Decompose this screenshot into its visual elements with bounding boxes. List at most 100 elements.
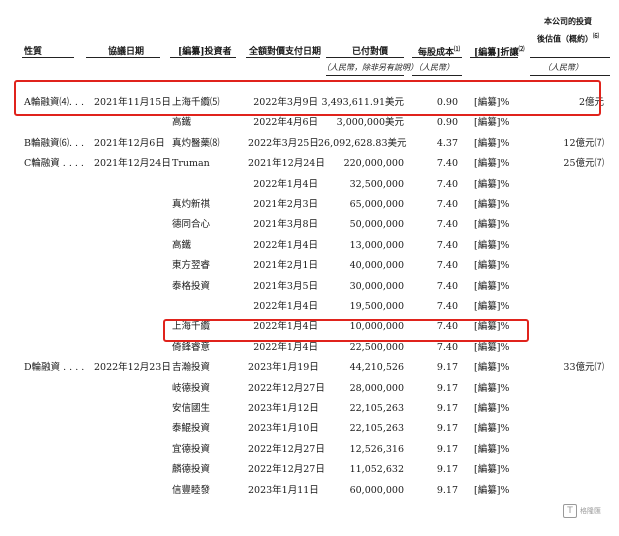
cell-cost: 7.40 bbox=[436, 260, 458, 272]
unit-valuation: （人民幣） bbox=[543, 63, 583, 72]
header-post-value-line2: 後估值（概約）⑹ bbox=[528, 31, 608, 45]
header-rule-agreement bbox=[86, 57, 160, 58]
cell-consideration: 19,500,000 bbox=[349, 301, 404, 312]
unit-rule-consideration bbox=[326, 75, 404, 76]
cell-consideration: 40,000,000 bbox=[349, 260, 404, 272]
cell-consideration: 26,092,628.83美元 bbox=[318, 137, 407, 149]
cell-consideration: 32,500,000 bbox=[349, 178, 404, 190]
cell-payment-date: 2023年1月10日 bbox=[248, 423, 319, 435]
header-rule-investor bbox=[170, 57, 236, 58]
cell-investor: 高鐵 bbox=[172, 239, 192, 251]
logo-icon: T bbox=[563, 504, 577, 518]
cell-consideration: 30,000,000 bbox=[349, 280, 404, 292]
cell-valuation: 25億元⑺ bbox=[563, 158, 604, 170]
cell-cost: 9.17 bbox=[436, 484, 458, 496]
cell-discount: [編纂]% bbox=[474, 484, 510, 496]
cell-investor: 東方翌睿 bbox=[172, 260, 211, 272]
header-rule-payment bbox=[246, 57, 320, 58]
cell-consideration: 3,000,000美元 bbox=[336, 117, 404, 129]
cell-discount: [編纂]% bbox=[474, 117, 510, 129]
cell-cost: 9.17 bbox=[436, 443, 458, 455]
header-post-value-label: 後估值（概約） bbox=[536, 33, 593, 44]
cell-investor: 真灼醫藥⑻ bbox=[172, 137, 220, 149]
header-payment-date: 全額對價支付日期 bbox=[249, 47, 322, 57]
cell-payment-date: 2023年1月12日 bbox=[248, 403, 319, 414]
cell-payment-date: 2021年3月8日 bbox=[253, 219, 318, 231]
cell-consideration: 65,000,000 bbox=[349, 199, 404, 210]
cell-discount: [編纂]% bbox=[474, 362, 510, 374]
header-rule-cost bbox=[412, 57, 462, 58]
cell-payment-date: 2021年2月3日 bbox=[253, 199, 318, 210]
header-rule-valuation bbox=[530, 57, 610, 58]
cell-nature: C輪融資 . . . . bbox=[24, 158, 84, 170]
cell-discount: [編纂]% bbox=[474, 219, 510, 231]
unit-consideration: （人民幣，除非另有說明） bbox=[322, 63, 418, 72]
cell-discount: [編纂]% bbox=[474, 260, 510, 272]
cell-discount: [編纂]% bbox=[474, 464, 510, 476]
cell-consideration: 22,500,000 bbox=[349, 341, 404, 353]
header-rule-discount bbox=[470, 57, 518, 58]
cell-cost: 7.40 bbox=[436, 178, 458, 190]
cell-payment-date: 2022年12月27日 bbox=[248, 382, 325, 394]
cell-agreement-date: 2021年12月6日 bbox=[94, 137, 165, 149]
header-rule-consideration bbox=[326, 57, 404, 58]
cell-payment-date: 2022年1月4日 bbox=[253, 341, 318, 353]
cell-cost: 9.17 bbox=[436, 403, 458, 414]
cell-discount: [編纂]% bbox=[474, 423, 510, 435]
cell-cost: 7.40 bbox=[436, 199, 458, 210]
cell-cost: 7.40 bbox=[436, 280, 458, 292]
cell-cost: 7.40 bbox=[436, 239, 458, 251]
cell-investor: 倚鋒睿意 bbox=[172, 341, 211, 353]
cell-investor: 麟德投資 bbox=[172, 464, 211, 476]
cell-consideration: 11,052,632 bbox=[349, 464, 404, 476]
cell-cost: 0.90 bbox=[436, 117, 458, 129]
header-cost-note: ⑴ bbox=[454, 46, 461, 53]
cell-investor: 高鐵 bbox=[172, 117, 192, 129]
cell-cost: 9.17 bbox=[436, 423, 458, 435]
cell-discount: [編纂]% bbox=[474, 178, 510, 190]
cell-valuation: 12億元⑺ bbox=[563, 137, 604, 149]
cell-cost: 7.40 bbox=[436, 158, 458, 170]
cell-payment-date: 2022年12月27日 bbox=[248, 443, 325, 455]
header-nature: 性質 bbox=[24, 47, 43, 57]
cell-payment-date: 2022年4月6日 bbox=[253, 117, 318, 129]
cell-payment-date: 2021年12月24日 bbox=[248, 158, 325, 170]
header-investor: [編纂]投資者 bbox=[178, 47, 232, 57]
cell-investor: Truman bbox=[172, 158, 210, 170]
cell-consideration: 44,210,526 bbox=[349, 362, 404, 374]
cell-cost: 9.17 bbox=[436, 382, 458, 394]
header-cost-per-share: 每股成本⑴ bbox=[418, 44, 460, 58]
cell-payment-date: 2022年1月4日 bbox=[253, 301, 318, 312]
cell-consideration: 60,000,000 bbox=[349, 484, 404, 496]
cell-discount: [編纂]% bbox=[474, 443, 510, 455]
cell-cost: 9.17 bbox=[436, 362, 458, 374]
header-consideration: 已付對價 bbox=[352, 47, 389, 57]
cell-investor: 信豐睦發 bbox=[172, 484, 211, 496]
cell-investor: 真灼新祺 bbox=[172, 199, 211, 210]
unit-cost: （人民幣） bbox=[414, 63, 454, 72]
cell-valuation: 33億元⑺ bbox=[563, 362, 604, 374]
cell-discount: [編纂]% bbox=[474, 137, 510, 149]
unit-rule-cost bbox=[412, 75, 462, 76]
cell-consideration: 50,000,000 bbox=[349, 219, 404, 231]
header-post-value-note: ⑹ bbox=[592, 33, 599, 40]
cell-discount: [編纂]% bbox=[474, 199, 510, 210]
cell-investor: 德同合心 bbox=[172, 219, 211, 231]
header-discount: [編纂]折讓⑵ bbox=[474, 44, 525, 58]
cell-consideration: 13,000,000 bbox=[349, 239, 404, 251]
cell-investor: 泰鯤投資 bbox=[172, 423, 211, 435]
cell-discount: [編纂]% bbox=[474, 158, 510, 170]
cell-payment-date: 2022年3月25日 bbox=[248, 137, 319, 149]
cell-payment-date: 2023年1月11日 bbox=[248, 484, 319, 496]
cell-discount: [編纂]% bbox=[474, 301, 510, 312]
header-discount-note: ⑵ bbox=[518, 46, 525, 53]
cell-consideration: 22,105,263 bbox=[349, 403, 404, 414]
cell-investor: 吉瀚投資 bbox=[172, 362, 211, 374]
cell-discount: [編纂]% bbox=[474, 341, 510, 353]
cell-discount: [編纂]% bbox=[474, 382, 510, 394]
unit-rule-valuation bbox=[530, 75, 610, 76]
cell-discount: [編纂]% bbox=[474, 280, 510, 292]
cell-cost: 4.37 bbox=[436, 137, 458, 149]
cell-payment-date: 2021年3月5日 bbox=[253, 280, 318, 292]
cell-cost: 7.40 bbox=[436, 301, 458, 312]
